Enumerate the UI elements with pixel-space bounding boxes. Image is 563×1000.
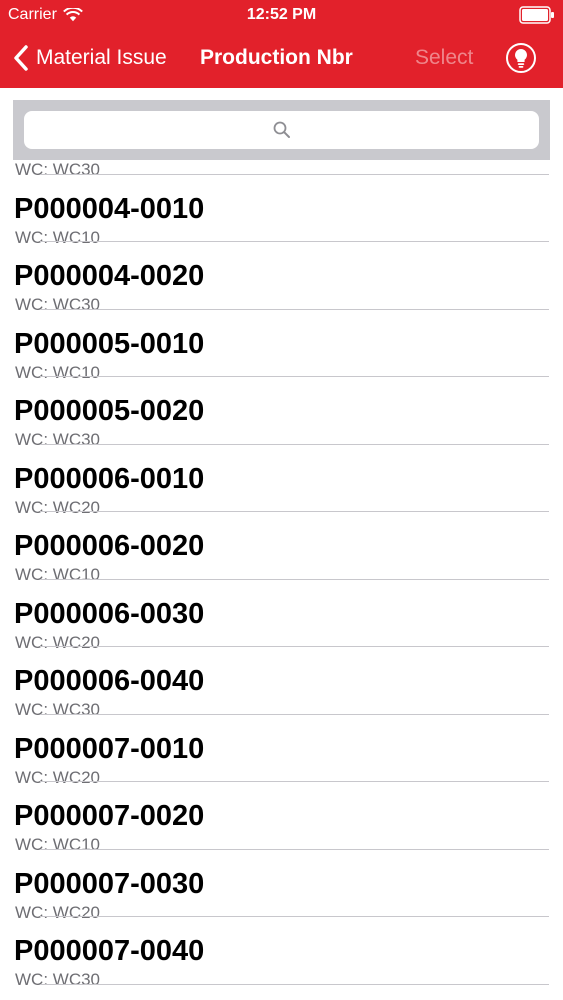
select-button[interactable]: Select — [415, 44, 473, 72]
list-item[interactable]: P000007-0030 WC: WC20 — [0, 850, 563, 922]
work-center-label: WC: WC30 — [15, 970, 100, 989]
row-separator — [40, 983, 549, 985]
list-item[interactable]: P000004-0010 WC: WC10 — [0, 175, 563, 247]
list-item[interactable]: P000007-0020 WC: WC10 — [0, 782, 563, 854]
production-number: P000006-0030 — [14, 597, 205, 630]
production-number: P000007-0010 — [14, 732, 205, 765]
back-button[interactable]: Material Issue — [12, 42, 167, 74]
production-list[interactable]: P000004-0010 WC: WC30 P000004-0010 WC: W… — [0, 160, 563, 1000]
page-title: Production Nbr — [200, 46, 353, 69]
production-list-items: P000004-0010 WC: WC30 P000004-0010 WC: W… — [0, 160, 563, 989]
list-item[interactable]: P000004-0020 WC: WC30 — [0, 242, 563, 314]
production-number: P000007-0030 — [14, 867, 205, 900]
list-item[interactable]: P000005-0020 WC: WC30 — [0, 377, 563, 449]
chevron-left-icon — [14, 45, 28, 71]
back-button-label: Material Issue — [36, 46, 167, 69]
production-number: P000007-0020 — [14, 800, 205, 832]
status-time: 12:52 PM — [246, 6, 317, 23]
search-input[interactable] — [24, 111, 543, 151]
production-number: P000006-0010 — [14, 462, 205, 495]
list-item[interactable]: P000006-0020 WC: WC10 — [0, 512, 563, 584]
battery-icon — [519, 6, 554, 24]
production-number: P000006-0040 — [14, 665, 205, 697]
list-item[interactable]: P000004-0010 WC: WC30 — [0, 160, 563, 179]
production-number: P000004-0020 — [14, 260, 205, 292]
navigation-bar: Material Issue Production Nbr Select — [0, 30, 563, 88]
production-number: P000006-0020 — [14, 530, 205, 562]
status-bar: Carrier 12:52 PM — [0, 0, 563, 30]
app-header: Carrier 12:52 PM Material Issue Producti… — [0, 0, 563, 88]
list-item[interactable]: P000006-0030 WC: WC20 — [0, 580, 563, 652]
search-field[interactable] — [24, 111, 543, 151]
search-bar — [13, 100, 550, 160]
list-item[interactable]: P000007-0010 WC: WC20 — [0, 715, 563, 787]
list-item[interactable]: P000006-0010 WC: WC20 — [0, 445, 563, 517]
production-number: P000005-0010 — [14, 327, 205, 360]
production-number: P000005-0020 — [14, 395, 205, 427]
production-number: P000007-0040 — [14, 935, 205, 967]
list-item[interactable]: P000007-0040 WC: WC30 — [0, 917, 563, 989]
list-item[interactable]: P000005-0010 WC: WC10 — [0, 310, 563, 382]
list-item[interactable]: P000006-0040 WC: WC30 — [0, 647, 563, 719]
production-number: P000004-0010 — [14, 192, 205, 225]
lightbulb-icon[interactable] — [505, 42, 537, 74]
